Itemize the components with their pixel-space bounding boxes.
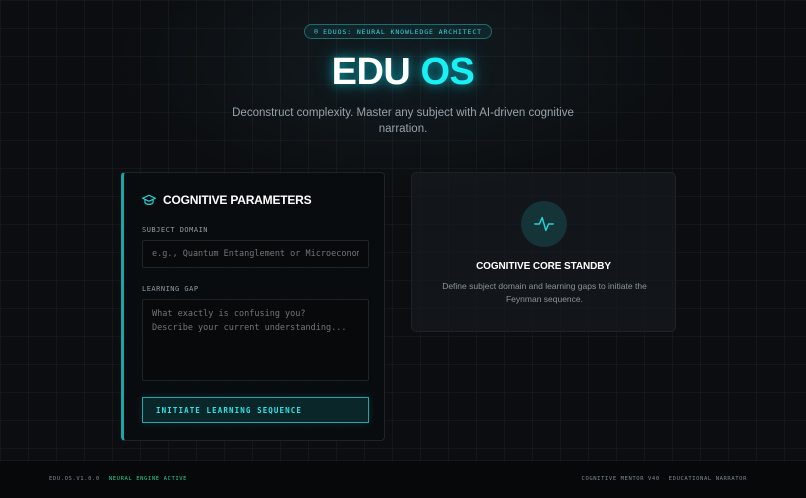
page-subtitle: Deconstruct complexity. Master any subje… <box>232 107 574 135</box>
learning-gap-label: LEARNING GAP <box>142 285 199 293</box>
target-icon: ◎ <box>314 27 320 35</box>
panel-header: COGNITIVE PARAMETERS <box>142 193 312 207</box>
learning-gap-textarea[interactable] <box>142 299 369 381</box>
footer-right: COGNITIVE MENTOR V40 EDUCATIONAL NARRATO… <box>582 476 747 482</box>
initiate-learning-button[interactable]: INITIATE LEARNING SEQUENCE <box>142 397 369 423</box>
engine-status: NEURAL ENGINE ACTIVE <box>108 476 188 482</box>
cognitive-core-panel: COGNITIVE CORE STANDBY Define subject do… <box>411 172 676 332</box>
standby-title: COGNITIVE CORE STANDBY <box>476 261 611 272</box>
footer: EDU.OS.V1.0.0 NEURAL ENGINE ACTIVE COGNI… <box>0 460 806 498</box>
page-title: EDU OS <box>0 50 806 94</box>
title-accent: OS <box>420 51 475 93</box>
pulse-icon-container <box>521 201 567 247</box>
graduation-cap-icon <box>142 194 156 205</box>
title-main: EDU <box>331 51 411 93</box>
standby-description: Define subject domain and learning gaps … <box>442 281 647 304</box>
badge-text: EDUOS: NEURAL KNOWLEDGE ARCHITECT <box>323 27 482 36</box>
panel-title: COGNITIVE PARAMETERS <box>163 193 312 207</box>
subject-domain-label: SUBJECT DOMAIN <box>142 226 209 234</box>
version-label: EDU.OS.V1.0.0 <box>49 476 100 482</box>
footer-left: EDU.OS.V1.0.0 NEURAL ENGINE ACTIVE <box>49 476 187 482</box>
top-badge: ◎ EDUOS: NEURAL KNOWLEDGE ARCHITECT <box>304 24 492 39</box>
pulse-icon <box>534 216 554 232</box>
subject-domain-input[interactable] <box>142 240 369 268</box>
footer-link-mentor[interactable]: COGNITIVE MENTOR V40 <box>582 476 660 482</box>
cognitive-parameters-panel: COGNITIVE PARAMETERS SUBJECT DOMAIN LEAR… <box>121 172 385 441</box>
footer-link-narrator[interactable]: EDUCATIONAL NARRATOR <box>669 476 747 482</box>
